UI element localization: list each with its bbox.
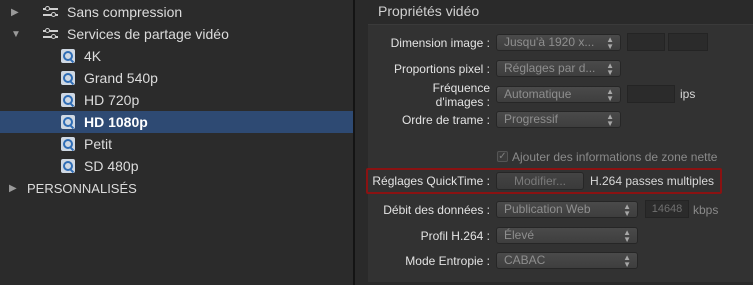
h264-profile-label: Profil H.264 : xyxy=(420,229,490,243)
sidebar-item-grand-540p[interactable]: Grand 540p xyxy=(0,67,353,89)
sidebar-item-label: HD 1080p xyxy=(84,114,148,130)
preset-sidebar: ▶ Sans compression ▼ Services de partage… xyxy=(0,0,353,285)
data-rate-popup[interactable]: Publication Web ▲ ▼ xyxy=(496,201,638,218)
pixel-aspect-label: Proportions pixel : xyxy=(393,62,490,76)
popup-arrows-icon: ▲ ▼ xyxy=(606,112,614,128)
data-rate-unit: kbps xyxy=(693,203,719,217)
sidebar-item-label: HD 720p xyxy=(84,92,140,108)
sidebar-item-sd-480p[interactable]: SD 480p xyxy=(0,155,353,177)
sidebar-item-label: Sans compression xyxy=(67,4,183,20)
field-order-label: Ordre de trame : xyxy=(401,113,490,127)
framerate-label-line1: Fréquence xyxy=(432,81,490,95)
quicktime-value: H.264 passes multiples xyxy=(590,174,715,188)
sidebar-item-sans-compression[interactable]: ▶ Sans compression xyxy=(0,1,353,23)
dimension-label: Dimension image : xyxy=(390,36,490,50)
quicktime-modify-button[interactable]: Modifier... xyxy=(496,172,584,190)
sidebar-item-label: Grand 540p xyxy=(84,70,158,86)
width-field[interactable] xyxy=(627,33,665,51)
framerate-field[interactable] xyxy=(627,85,675,103)
popup-arrows-icon: ▲ ▼ xyxy=(623,202,631,218)
disclosure-down-icon[interactable]: ▼ xyxy=(11,29,23,40)
section-title: Propriétés vidéo xyxy=(378,3,480,19)
quicktime-label: Réglages QuickTime : xyxy=(372,174,490,188)
data-rate-label: Débit des données : xyxy=(383,203,490,217)
quicktime-icon xyxy=(61,93,75,107)
field-order-popup[interactable]: Progressif ▲ ▼ xyxy=(496,111,621,128)
data-rate-field[interactable]: 14648 xyxy=(645,200,689,218)
sidebar-item-hd-1080p[interactable]: HD 1080p xyxy=(0,111,353,133)
entropy-label: Mode Entropie : xyxy=(405,254,490,268)
framerate-value: Automatique xyxy=(504,87,572,101)
entropy-popup[interactable]: CABAC ▲ ▼ xyxy=(496,252,638,269)
sidebar-item-petit[interactable]: Petit xyxy=(0,133,353,155)
sidebar-item-hd-720p[interactable]: HD 720p xyxy=(0,89,353,111)
popup-arrows-icon: ▲ ▼ xyxy=(606,35,614,51)
sidebar-item-label: Petit xyxy=(84,136,113,152)
pixel-aspect-value: Réglages par d... xyxy=(504,61,596,75)
h264-profile-popup[interactable]: Élevé ▲ ▼ xyxy=(496,227,638,244)
sidebar-item-4k[interactable]: 4K xyxy=(0,45,353,67)
dimension-value: Jusqu'à 1920 x... xyxy=(504,35,595,49)
quicktime-icon xyxy=(61,49,75,63)
clean-aperture-label: Ajouter des informations de zone nette xyxy=(512,150,718,164)
sidebar-group-personnalises[interactable]: ▶ PERSONNALISÉS xyxy=(0,177,353,199)
h264-profile-value: Élevé xyxy=(504,228,535,242)
field-order-value: Progressif xyxy=(504,112,559,126)
sliders-icon xyxy=(43,6,58,18)
framerate-popup[interactable]: Automatique ▲ ▼ xyxy=(496,86,621,103)
sidebar-item-label: SD 480p xyxy=(84,158,139,174)
sidebar-group-label: PERSONNALISÉS xyxy=(27,180,137,196)
sidebar-item-label: Services de partage vidéo xyxy=(67,26,229,42)
popup-arrows-icon: ▲ ▼ xyxy=(623,253,631,269)
sidebar-item-services-partage-video[interactable]: ▼ Services de partage vidéo xyxy=(0,23,353,45)
height-field[interactable] xyxy=(668,33,708,51)
data-rate-value: Publication Web xyxy=(504,202,591,216)
quicktime-icon xyxy=(61,71,75,85)
clean-aperture-checkbox[interactable]: ✓ xyxy=(497,151,508,162)
framerate-label: Fréquence d'images : xyxy=(370,81,490,109)
popup-arrows-icon: ▲ ▼ xyxy=(623,228,631,244)
sidebar-item-label: 4K xyxy=(84,48,102,64)
popup-arrows-icon: ▲ ▼ xyxy=(606,87,614,103)
entropy-value: CABAC xyxy=(504,253,546,267)
quicktime-icon xyxy=(61,115,75,129)
pixel-aspect-popup[interactable]: Réglages par d... ▲ ▼ xyxy=(496,60,621,77)
quicktime-icon xyxy=(61,137,75,151)
popup-arrows-icon: ▲ ▼ xyxy=(606,61,614,77)
disclosure-right-icon[interactable]: ▶ xyxy=(11,7,23,18)
quicktime-icon xyxy=(61,159,75,173)
disclosure-right-icon[interactable]: ▶ xyxy=(9,183,21,194)
sliders-icon xyxy=(43,28,58,40)
framerate-label-line2: d'images : xyxy=(435,95,490,109)
dimension-popup[interactable]: Jusqu'à 1920 x... ▲ ▼ xyxy=(496,34,621,51)
framerate-unit: ips xyxy=(680,87,696,101)
